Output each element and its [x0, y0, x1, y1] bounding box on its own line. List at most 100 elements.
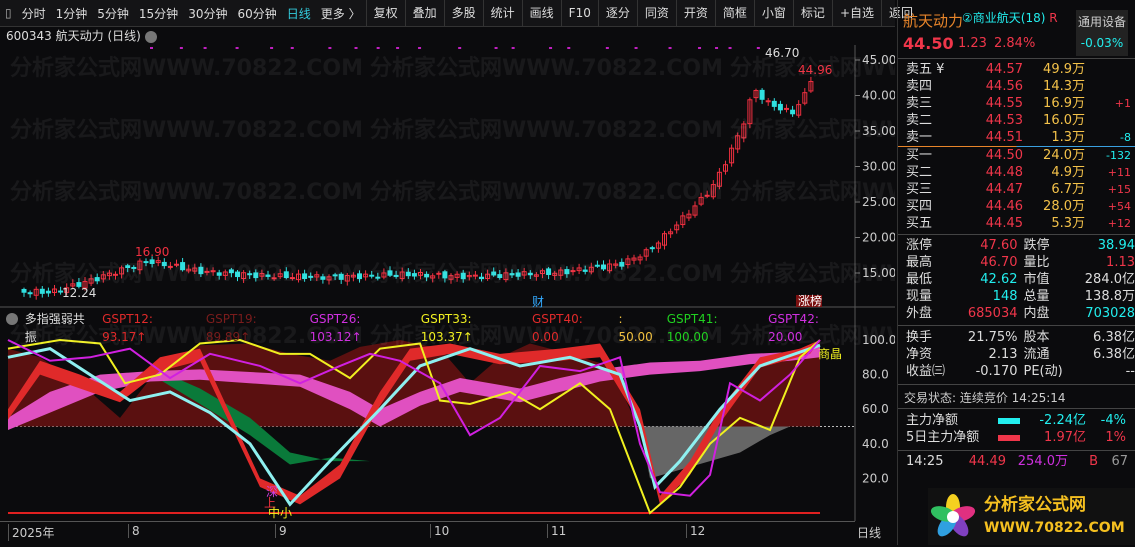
ind-y-label: 60.0	[862, 402, 889, 416]
asks-row: 卖一 44.51 1.3万 -8	[898, 129, 1135, 146]
watermark-text: 分析家公式网WWW.70822.COM	[370, 55, 723, 81]
watermark-text: 分析家公式网WWW.70822.COM	[730, 117, 895, 143]
panel-toggle-icon[interactable]: ▯	[0, 6, 17, 20]
flower-logo-icon	[928, 492, 978, 542]
watermark-text: 分析家公式网WWW.70822.COM	[730, 261, 895, 287]
event-cai: 财	[532, 295, 544, 309]
event-marker	[328, 47, 331, 49]
bids-row: 买五 44.45 5.3万 +12	[898, 215, 1135, 232]
x-axis: 2025年 8 9 10 11 12	[0, 521, 855, 541]
watermark-text: 分析家公式网WWW.70822.COM	[370, 117, 723, 143]
asks-row: 卖四 44.56 14.3万	[898, 78, 1135, 95]
indicator-value: GSPT12: 93.17↑	[102, 310, 199, 328]
watermark-text: 分析家公式网WWW.70822.COM	[10, 179, 363, 205]
indicator-value: : 50.00	[618, 310, 659, 328]
toolbar-button-1[interactable]: 叠加	[405, 0, 444, 27]
ind-y-label: 80.0	[862, 368, 889, 382]
y-tick-label: 20.00	[862, 231, 895, 245]
period-6[interactable]: 日线	[282, 5, 316, 22]
event-marker	[757, 47, 760, 49]
stat-row: 换手 21.75% 股本 6.38亿	[898, 329, 1135, 346]
x-tick: 12	[686, 524, 705, 538]
chevron-down-icon[interactable]	[145, 31, 157, 43]
capital-flow: 主力净额 -2.24亿 -4% 5日主力净额 1.97亿 1%	[898, 408, 1135, 446]
toolbar-button-7[interactable]: 同资	[637, 0, 676, 27]
toolbar-button-3[interactable]: 统计	[483, 0, 522, 27]
period-label: 日线	[857, 524, 881, 541]
flow-row: 主力净额 -2.24亿 -4%	[898, 412, 1135, 429]
sector-link[interactable]: ②商业航天(18) R	[962, 9, 1058, 26]
toolbar-button-2[interactable]: 多股	[444, 0, 483, 27]
event-marker	[291, 47, 294, 49]
candle-body	[650, 248, 654, 249]
period-2[interactable]: 5分钟	[92, 5, 134, 22]
period-4[interactable]: 30分钟	[183, 5, 232, 22]
event-marker	[377, 47, 380, 49]
indicator-value: GSPT42: 20.00	[768, 310, 855, 328]
ind-label: 中小	[268, 505, 292, 520]
price-change: 1.23	[958, 36, 987, 51]
stats-1: 涨停 47.60 跌停 38.94 最高 46.70 量比 1.13 最低 42.62 市值 284.…	[898, 234, 1135, 322]
event-marker	[635, 47, 638, 49]
watermark-text: 分析家公式网WWW.70822.COM	[10, 117, 363, 143]
asks-row: 卖五 ¥44.57 49.9万	[898, 61, 1135, 78]
event-marker	[729, 47, 732, 49]
period-3[interactable]: 15分钟	[134, 5, 183, 22]
x-tick: 10	[430, 524, 449, 538]
trade-status: 交易状态: 连续竞价 14:25:14	[898, 384, 1135, 408]
price-pct: 2.84%	[994, 36, 1035, 51]
toolbar-button-12[interactable]: +自选	[832, 0, 881, 27]
bid-book: 买一 44.50 24.0万 -132 买二 44.48 4.9万 +11 买三 44.47 6.7…	[898, 146, 1135, 232]
event-marker	[204, 47, 207, 49]
bids-row: 买一 44.50 24.0万 -132	[898, 147, 1135, 164]
event-marker	[698, 47, 701, 49]
period-7[interactable]: 更多 〉	[316, 5, 366, 22]
candle-body	[778, 104, 782, 109]
asks-row: 卖二 44.53 16.0万	[898, 112, 1135, 129]
indicator-name[interactable]: 多指强弱共振	[25, 310, 95, 328]
indicator-value: GSPT19: 89.89↑	[206, 310, 303, 328]
toolbar-button-8[interactable]: 开资	[676, 0, 715, 27]
event-marker	[669, 47, 672, 49]
chevron-down-icon[interactable]	[6, 313, 18, 325]
flow-swatch	[998, 435, 1020, 441]
toolbar-button-6[interactable]: 逐分	[598, 0, 637, 27]
toolbar-button-9[interactable]: 简框	[715, 0, 754, 27]
sector-box[interactable]: 通用设备 -0.03%	[1076, 10, 1128, 56]
toolbar-button-5[interactable]: F10	[561, 0, 598, 27]
period-5[interactable]: 60分钟	[232, 5, 281, 22]
current-price: 44.50	[903, 34, 954, 53]
watermark-text: 分析家公式网WWW.70822.COM	[10, 261, 363, 287]
toolbar-button-4[interactable]: 画线	[522, 0, 561, 27]
event-marker	[270, 47, 273, 49]
chart-title[interactable]: 600343 航天动力 (日线)	[0, 27, 855, 45]
ind-y-label: 20.0	[862, 471, 889, 485]
watermark-text: 分析家公式网WWW.70822.COM	[10, 55, 363, 81]
watermark-text: 分析家公式网WWW.70822.COM	[370, 261, 723, 287]
x-tick: 2025年	[8, 524, 55, 541]
x-tick: 8	[128, 524, 140, 538]
flow-swatch	[998, 418, 1020, 424]
candle-body	[28, 293, 32, 294]
event-marker	[180, 47, 183, 49]
event-zhangbang: 涨榜	[798, 293, 822, 308]
event-marker	[355, 47, 358, 49]
watermark-text: 分析家公式网WWW.70822.COM	[730, 179, 895, 205]
candle-body	[785, 108, 789, 109]
stat-row: 外盘 685034 内盘 703028	[898, 305, 1135, 322]
watermark-text: 分析家公式网WWW.70822.COM	[370, 179, 723, 205]
period-0[interactable]: 分时	[17, 5, 51, 22]
toolbar-button-0[interactable]: 复权	[366, 0, 405, 27]
bids-row: 买四 44.46 28.0万 +54	[898, 198, 1135, 215]
period-1[interactable]: 1分钟	[51, 5, 93, 22]
event-marker	[512, 47, 515, 49]
toolbar-button-11[interactable]: 标记	[793, 0, 832, 27]
stat-row: 最低 42.62 市值 284.0亿	[898, 271, 1135, 288]
ind-y-label: 40.0	[862, 437, 889, 451]
chart-canvas[interactable]: 45.0040.0035.0030.0025.0020.0015.0046.70…	[0, 45, 895, 545]
toolbar-button-10[interactable]: 小窗	[754, 0, 793, 27]
ask-book: 卖五 ¥44.57 49.9万 卖四 44.56 14.3万 卖三 44.55 16.9万 +1…	[898, 58, 1135, 146]
watermark-logo: 分析家公式网 WWW.70822.COM	[928, 488, 1135, 545]
x-tick: 11	[547, 524, 566, 538]
candle-body	[760, 90, 764, 99]
